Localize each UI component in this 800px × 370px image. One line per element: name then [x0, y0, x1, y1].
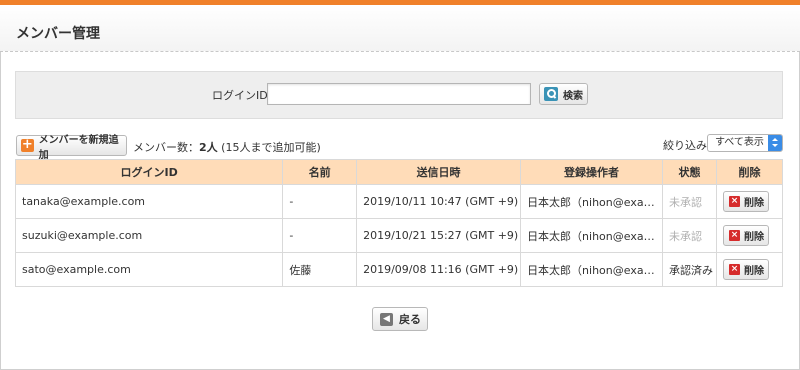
cell-login-id: tanaka@example.com	[14, 184, 284, 219]
member-count-value: 2人	[199, 141, 218, 154]
back-button-label: 戻る	[399, 313, 421, 326]
close-icon: ×	[729, 230, 741, 241]
select-arrows-icon	[768, 135, 782, 151]
plus-icon: +	[21, 137, 34, 152]
page-header: メンバー管理	[0, 5, 800, 52]
col-header-login-id: ログインID	[14, 159, 284, 185]
cell-operator: 日本太郎（nihon@exam…	[520, 184, 664, 219]
login-id-label: ログインID	[212, 89, 268, 102]
cell-delete: × 削除	[716, 184, 783, 219]
filter-label: 絞り込み	[663, 139, 707, 152]
member-count-prefix: メンバー数：	[133, 141, 199, 154]
table-header-row: ログインID 名前 送信日時 登録操作者 状態 削除	[14, 159, 783, 185]
search-icon	[544, 87, 558, 101]
cell-login-id: sato@example.com	[14, 252, 284, 287]
delete-button[interactable]: × 削除	[723, 225, 770, 246]
table-row: sato@example.com 佐藤 2019/09/08 11:16 (GM…	[14, 252, 783, 287]
table-row: suzuki@example.com - 2019/10/21 15:27 (G…	[14, 218, 783, 253]
page-title: メンバー管理	[16, 26, 100, 42]
add-member-label: メンバーを新規追加	[38, 134, 119, 161]
close-icon: ×	[729, 264, 741, 275]
back-button[interactable]: ◀ 戻る	[372, 307, 428, 331]
cell-name: -	[282, 218, 358, 253]
search-button[interactable]: 検索	[539, 83, 588, 105]
cell-sent: 2019/10/21 15:27 (GMT +9)	[356, 218, 522, 253]
back-arrow-icon: ◀	[380, 312, 393, 326]
member-count: メンバー数：2人 (15人まで追加可能)	[133, 139, 321, 155]
login-id-search-input[interactable]	[267, 83, 531, 105]
cell-status: 未承認	[662, 218, 718, 253]
delete-button-label: 削除	[744, 198, 765, 209]
cell-operator: 日本太郎（nihon@exam…	[520, 252, 664, 287]
col-header-name: 名前	[282, 159, 358, 185]
search-panel: ログインID 検索	[15, 71, 783, 119]
member-count-note: (15人まで追加可能)	[221, 141, 321, 154]
filter-selected-value: すべて表示	[715, 137, 764, 148]
cell-status: 未承認	[662, 184, 718, 219]
close-icon: ×	[729, 196, 741, 207]
delete-button-label: 削除	[744, 232, 765, 243]
table-row: tanaka@example.com - 2019/10/11 10:47 (G…	[14, 184, 783, 219]
delete-button[interactable]: × 削除	[723, 259, 770, 280]
cell-login-id: suzuki@example.com	[14, 218, 284, 253]
members-table: ログインID 名前 送信日時 登録操作者 状態 削除 tanaka@exampl…	[14, 159, 783, 287]
cell-sent: 2019/10/11 10:47 (GMT +9)	[356, 184, 522, 219]
delete-button[interactable]: × 削除	[723, 191, 770, 212]
cell-delete: × 削除	[716, 252, 783, 287]
cell-name: 佐藤	[282, 252, 358, 287]
cell-delete: × 削除	[716, 218, 783, 253]
col-header-status: 状態	[662, 159, 718, 185]
cell-status: 承認済み	[662, 252, 718, 287]
search-button-label: 検索	[563, 90, 583, 102]
col-header-sent: 送信日時	[356, 159, 522, 185]
col-header-delete: 削除	[716, 159, 783, 185]
add-member-button[interactable]: + メンバーを新規追加	[16, 135, 127, 161]
filter-select[interactable]: すべて表示	[707, 134, 783, 152]
cell-operator: 日本太郎（nihon@exam…	[520, 218, 664, 253]
delete-button-label: 削除	[744, 266, 765, 277]
col-header-operator: 登録操作者	[520, 159, 664, 185]
cell-name: -	[282, 184, 358, 219]
cell-sent: 2019/09/08 11:16 (GMT +9)	[356, 252, 522, 287]
